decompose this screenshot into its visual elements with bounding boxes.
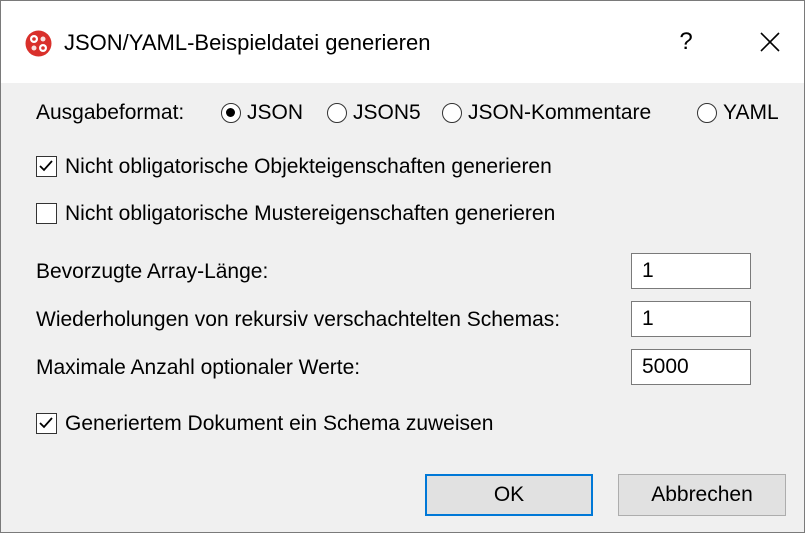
altova-icon [25, 30, 52, 57]
optional-pattern-props-label[interactable]: Nicht obligatorische Mustereigenschaften… [65, 201, 555, 227]
array-length-label: Bevorzugte Array-Länge: [36, 260, 269, 283]
dialog-title: JSON/YAML-Beispieldatei generieren [64, 30, 431, 55]
title-bar: JSON/YAML-Beispieldatei generieren ? [1, 1, 804, 83]
checkmark-icon [39, 417, 53, 429]
assign-schema-label[interactable]: Generiertem Dokument ein Schema zuweisen [65, 411, 493, 437]
generate-sample-dialog: JSON/YAML-Beispieldatei generieren ? Aus… [0, 0, 805, 533]
ok-button[interactable]: OK [425, 474, 593, 516]
cancel-button[interactable]: Abbrechen [618, 474, 786, 516]
checkmark-icon [39, 160, 53, 172]
radio-json[interactable] [221, 103, 241, 123]
output-format-label: Ausgabeformat: [36, 101, 185, 124]
help-button[interactable]: ? [661, 21, 711, 63]
assign-schema-checkbox[interactable] [36, 413, 57, 434]
max-optional-input[interactable] [631, 349, 751, 385]
optional-pattern-props-checkbox[interactable] [36, 203, 57, 224]
radio-json-comments-label[interactable]: JSON-Kommentare [468, 100, 651, 126]
optional-object-props-label[interactable]: Nicht obligatorische Objekteigenschaften… [65, 154, 552, 180]
array-length-input[interactable] [631, 253, 751, 289]
optional-object-props-checkbox[interactable] [36, 156, 57, 177]
recursion-input[interactable] [631, 301, 751, 337]
radio-json-label[interactable]: JSON [247, 100, 303, 126]
radio-yaml-label[interactable]: YAML [723, 100, 779, 126]
close-icon [760, 32, 780, 52]
radio-json-comments[interactable] [442, 103, 462, 123]
radio-yaml[interactable] [697, 103, 717, 123]
max-optional-label: Maximale Anzahl optionaler Werte: [36, 356, 361, 379]
close-button[interactable] [745, 21, 795, 63]
recursion-label: Wiederholungen von rekursiv verschachtel… [36, 308, 561, 331]
radio-json5[interactable] [327, 103, 347, 123]
radio-json5-label[interactable]: JSON5 [353, 100, 421, 126]
